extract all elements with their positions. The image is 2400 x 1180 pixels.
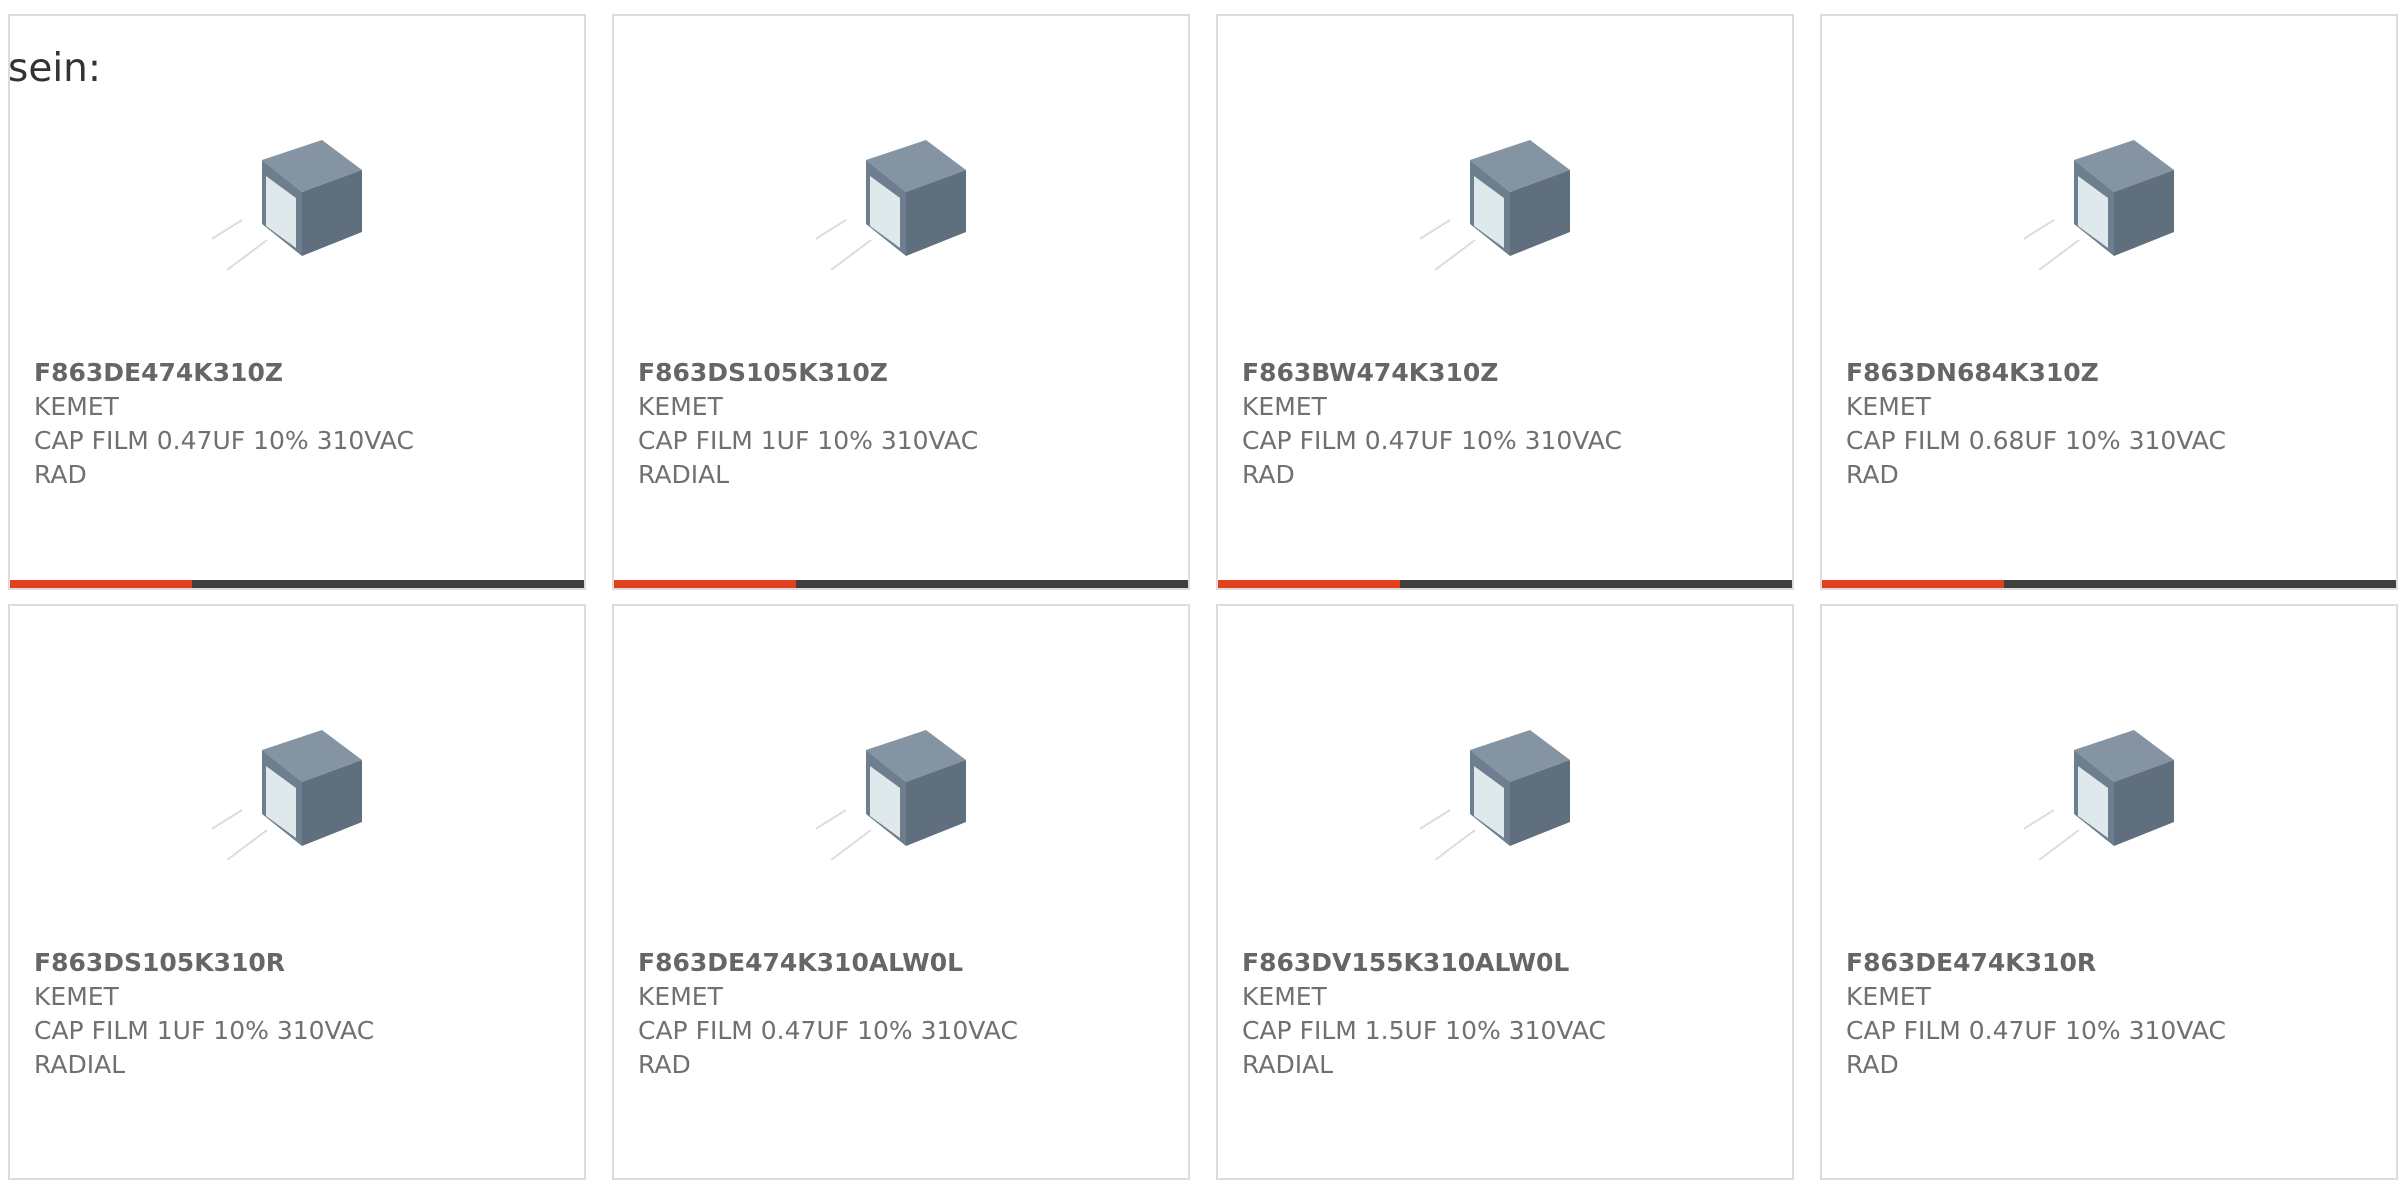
capacitor-image [212, 140, 362, 270]
part-number-link[interactable]: F863DN684K310Z [1846, 356, 2376, 390]
product-info: F863BW474K310Z KEMET CAP FILM 0.47UF 10%… [1242, 356, 1772, 492]
capacitor-image [1420, 730, 1570, 860]
manufacturer: KEMET [1846, 392, 1931, 421]
product-info: F863DN684K310Z KEMET CAP FILM 0.68UF 10%… [1846, 356, 2376, 492]
description: CAP FILM 1.5UF 10% 310VAC [1242, 1016, 1607, 1045]
capacitor-image [1420, 140, 1570, 270]
package: RADIAL [34, 1050, 126, 1079]
capacitor-image [816, 730, 966, 860]
description: CAP FILM 0.47UF 10% 310VAC [1242, 426, 1622, 455]
product-card[interactable]: F863DE474K310R KEMET CAP FILM 0.47UF 10%… [1820, 604, 2398, 1180]
product-info: F863DE474K310Z KEMET CAP FILM 0.47UF 10%… [34, 356, 564, 492]
product-info: F863DE474K310R KEMET CAP FILM 0.47UF 10%… [1846, 946, 2376, 1082]
product-card[interactable]: F863DS105K310R KEMET CAP FILM 1UF 10% 31… [8, 604, 586, 1180]
part-number-link[interactable]: F863DE474K310ALW0L [638, 946, 1168, 980]
package: RAD [638, 1050, 691, 1079]
card-accent-bar [1822, 580, 2396, 588]
package: RADIAL [638, 460, 730, 489]
package: RADIAL [1242, 1050, 1334, 1079]
description: CAP FILM 1UF 10% 310VAC [638, 426, 979, 455]
product-card[interactable]: F863BW474K310Z KEMET CAP FILM 0.47UF 10%… [1216, 14, 1794, 590]
manufacturer: KEMET [638, 982, 723, 1011]
product-card[interactable]: F863DE474K310Z KEMET CAP FILM 0.47UF 10%… [8, 14, 586, 590]
intro-text: sein: [8, 46, 102, 91]
capacitor-image [212, 730, 362, 860]
product-card[interactable]: F863DN684K310Z KEMET CAP FILM 0.68UF 10%… [1820, 14, 2398, 590]
part-number-link[interactable]: F863BW474K310Z [1242, 356, 1772, 390]
manufacturer: KEMET [34, 392, 119, 421]
package: RAD [1846, 1050, 1899, 1079]
product-card[interactable]: F863DS105K310Z KEMET CAP FILM 1UF 10% 31… [612, 14, 1190, 590]
manufacturer: KEMET [1242, 982, 1327, 1011]
product-card[interactable]: F863DV155K310ALW0L KEMET CAP FILM 1.5UF … [1216, 604, 1794, 1180]
part-number-link[interactable]: F863DS105K310Z [638, 356, 1168, 390]
capacitor-image [2024, 730, 2174, 860]
package: RAD [1242, 460, 1295, 489]
description: CAP FILM 1UF 10% 310VAC [34, 1016, 375, 1045]
product-card[interactable]: F863DE474K310ALW0L KEMET CAP FILM 0.47UF… [612, 604, 1190, 1180]
product-info: F863DS105K310R KEMET CAP FILM 1UF 10% 31… [34, 946, 564, 1082]
card-accent-bar [10, 580, 584, 588]
description: CAP FILM 0.47UF 10% 310VAC [34, 426, 414, 455]
product-grid: F863DE474K310Z KEMET CAP FILM 0.47UF 10%… [8, 14, 2398, 1180]
manufacturer: KEMET [34, 982, 119, 1011]
product-info: F863DS105K310Z KEMET CAP FILM 1UF 10% 31… [638, 356, 1168, 492]
description: CAP FILM 0.68UF 10% 310VAC [1846, 426, 2226, 455]
manufacturer: KEMET [638, 392, 723, 421]
part-number-link[interactable]: F863DE474K310R [1846, 946, 2376, 980]
manufacturer: KEMET [1846, 982, 1931, 1011]
part-number-link[interactable]: F863DS105K310R [34, 946, 564, 980]
card-accent-bar [1218, 580, 1792, 588]
product-info: F863DV155K310ALW0L KEMET CAP FILM 1.5UF … [1242, 946, 1772, 1082]
capacitor-image [2024, 140, 2174, 270]
product-info: F863DE474K310ALW0L KEMET CAP FILM 0.47UF… [638, 946, 1168, 1082]
part-number-link[interactable]: F863DE474K310Z [34, 356, 564, 390]
package: RAD [1846, 460, 1899, 489]
manufacturer: KEMET [1242, 392, 1327, 421]
capacitor-image [816, 140, 966, 270]
package: RAD [34, 460, 87, 489]
part-number-link[interactable]: F863DV155K310ALW0L [1242, 946, 1772, 980]
description: CAP FILM 0.47UF 10% 310VAC [638, 1016, 1018, 1045]
description: CAP FILM 0.47UF 10% 310VAC [1846, 1016, 2226, 1045]
card-accent-bar [614, 580, 1188, 588]
